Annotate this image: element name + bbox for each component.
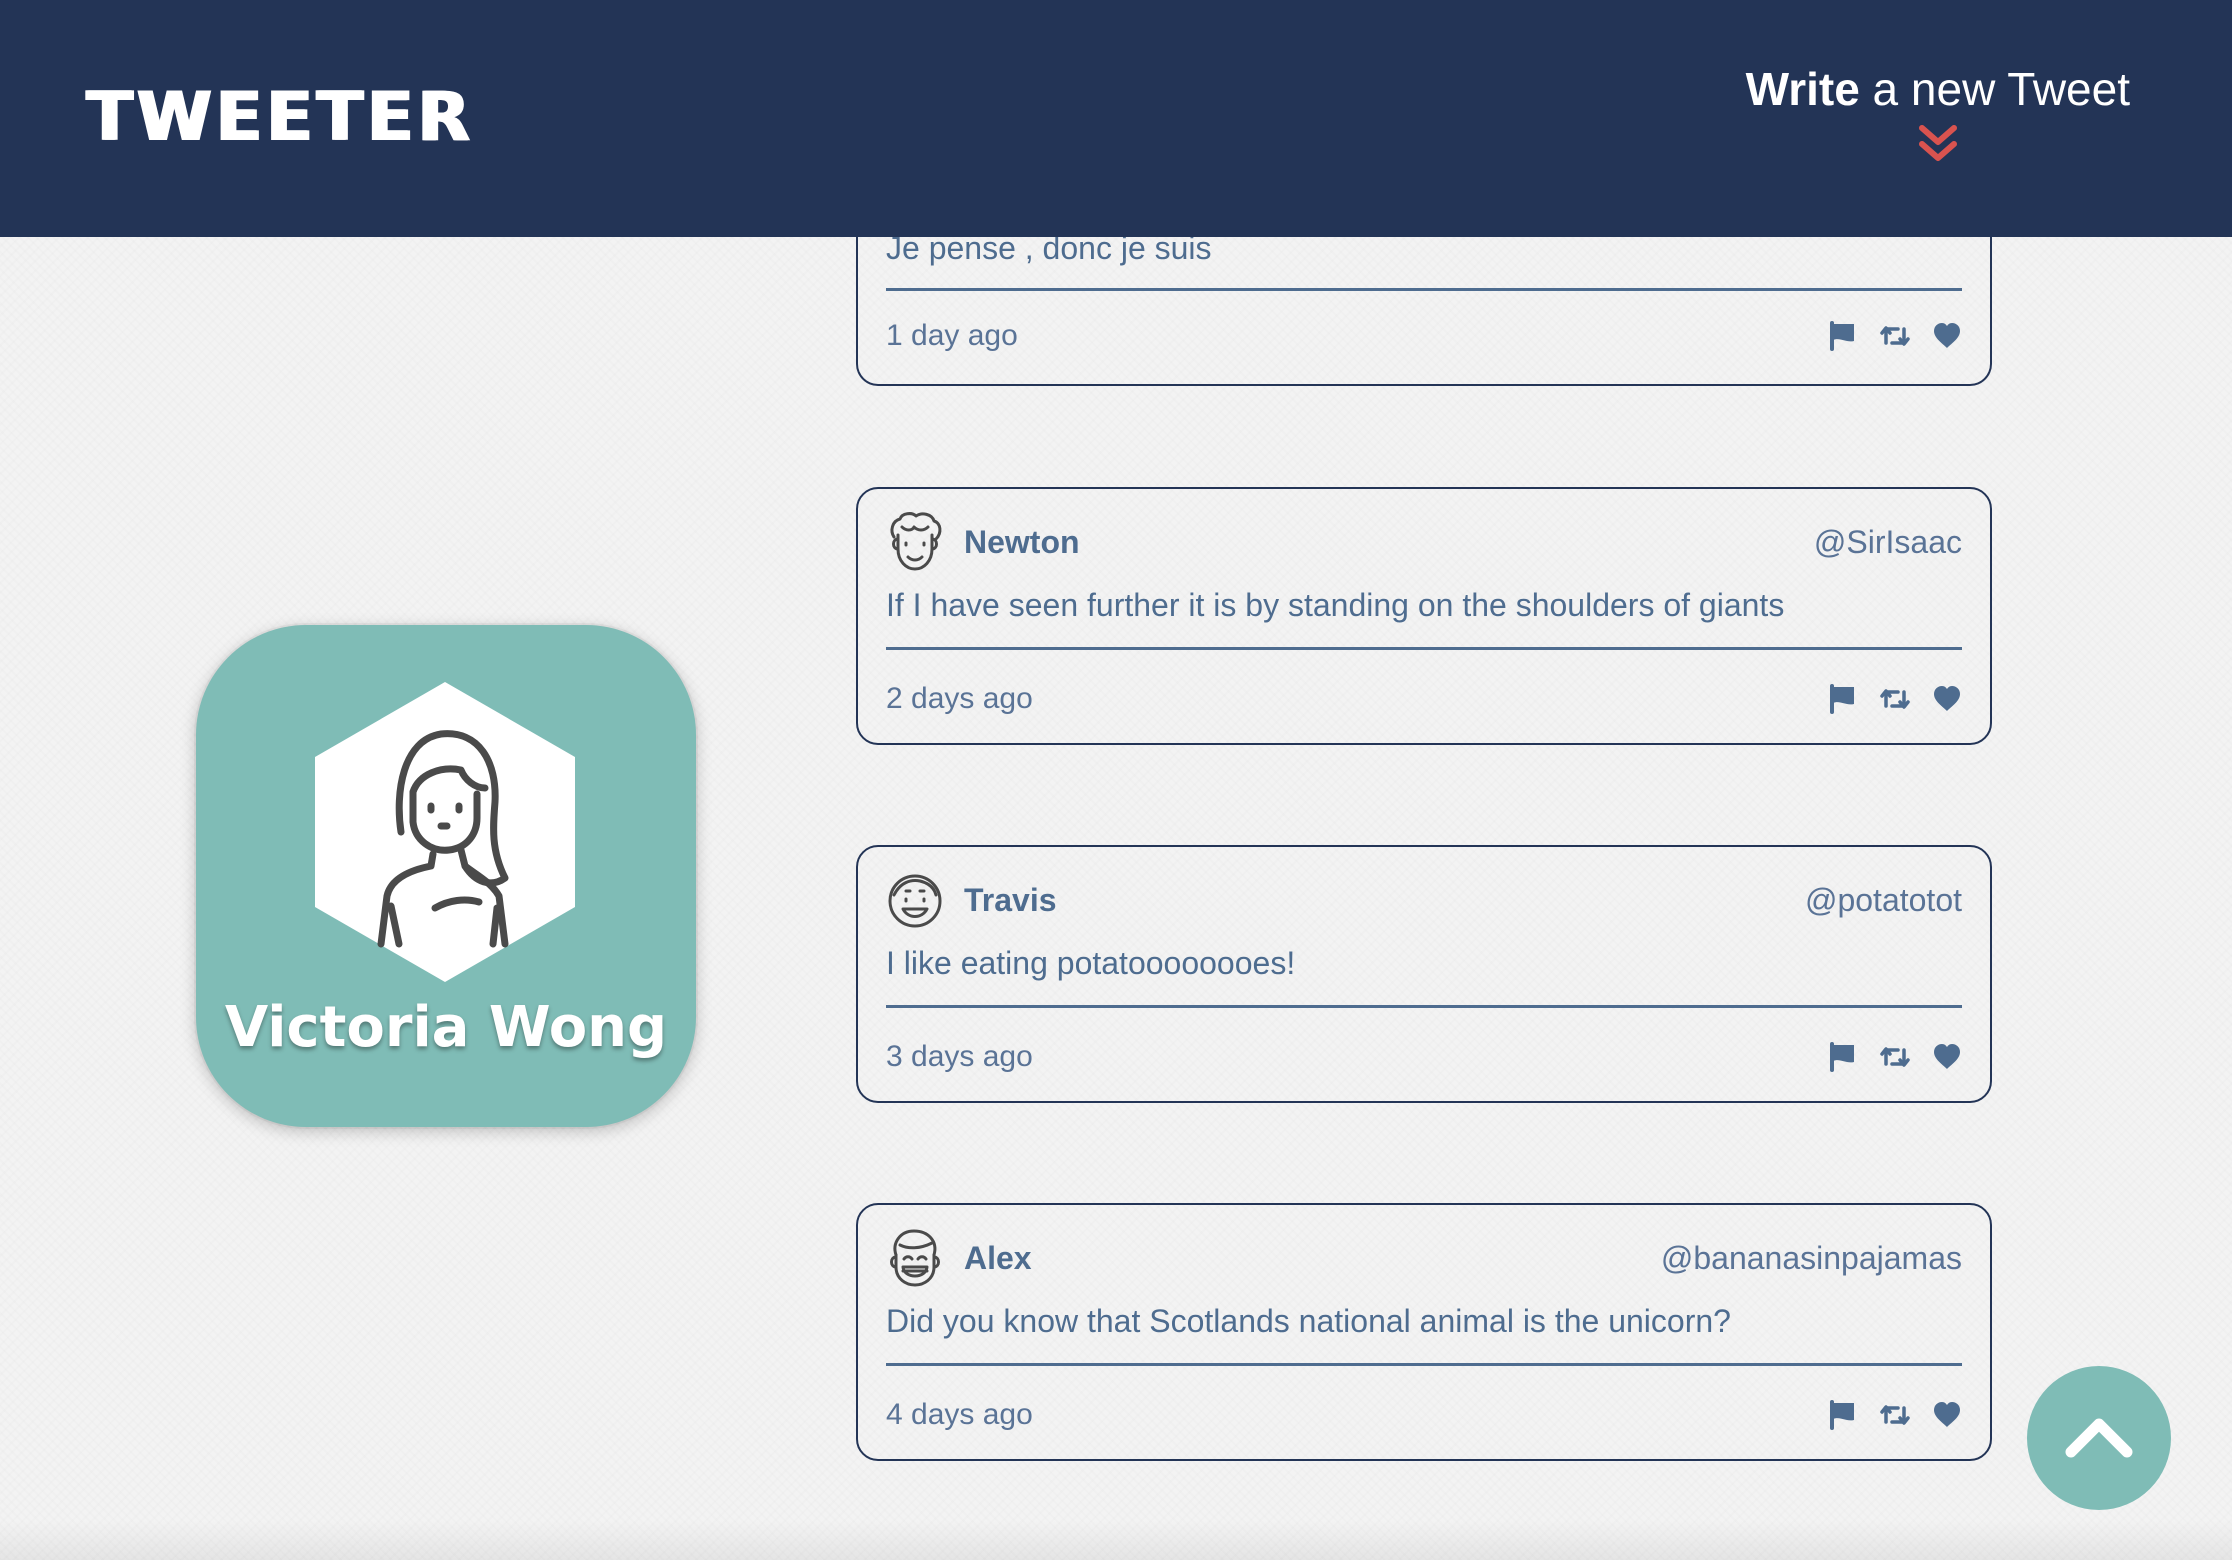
tweet-footer: 2 days ago xyxy=(886,674,1962,724)
heart-icon[interactable] xyxy=(1932,1042,1962,1072)
smiling-man-icon xyxy=(888,874,942,928)
write-tweet-toggle[interactable]: Write a new Tweet xyxy=(1746,62,2130,166)
write-tweet-label[interactable]: Write a new Tweet xyxy=(1746,62,2130,116)
flag-icon[interactable] xyxy=(1828,684,1858,714)
tweet-body: Did you know that Scotlands national ani… xyxy=(886,1303,1731,1339)
tweet-divider xyxy=(886,647,1962,650)
tweet-handle[interactable]: @potatotot xyxy=(1805,882,1962,919)
double-chevron-down-icon[interactable] xyxy=(1916,122,1960,166)
heart-icon[interactable] xyxy=(1932,321,1962,351)
tweet-timestamp: 2 days ago xyxy=(886,682,1033,715)
chevron-up-icon xyxy=(2065,1418,2133,1458)
curly-hair-man-icon xyxy=(890,512,942,571)
tweet-author[interactable]: Alex xyxy=(964,1240,1032,1277)
tweet-footer: 3 days ago xyxy=(886,1032,1962,1082)
tweet-divider xyxy=(886,1363,1962,1366)
tweet-body: If I have seen further it is by standing… xyxy=(886,587,1785,623)
heart-icon[interactable] xyxy=(1932,684,1962,714)
tweet-author[interactable]: Travis xyxy=(964,882,1057,919)
tweet-actions xyxy=(1828,684,1962,714)
page-bottom-shadow xyxy=(0,1520,2232,1560)
laughing-man-icon xyxy=(890,1229,940,1287)
tweet-divider xyxy=(886,288,1962,291)
flag-icon[interactable] xyxy=(1828,321,1858,351)
tweet-actions xyxy=(1828,321,1962,351)
flag-icon[interactable] xyxy=(1828,1042,1858,1072)
write-tweet-strong: Write xyxy=(1745,63,1860,115)
tweet-timestamp: 4 days ago xyxy=(886,1398,1033,1431)
tweet-footer: 4 days ago xyxy=(886,1390,1962,1440)
retweet-icon[interactable] xyxy=(1880,684,1910,714)
top-nav: TWEETER Write a new Tweet xyxy=(0,0,2232,237)
profile-card: Victoria Wong xyxy=(196,625,696,1127)
site-logo[interactable]: TWEETER xyxy=(86,78,474,157)
tweet-author[interactable]: Newton xyxy=(964,524,1080,561)
tweet-card: Travis @potatotot I like eating potatooo… xyxy=(856,845,1992,1103)
tweet-timestamp: 1 day ago xyxy=(886,319,1018,352)
tweet-handle[interactable]: @bananasinpajamas xyxy=(1661,1240,1962,1277)
tweet-actions xyxy=(1828,1400,1962,1430)
scroll-to-top-button[interactable] xyxy=(2027,1366,2171,1510)
tweet-divider xyxy=(886,1005,1962,1008)
retweet-icon[interactable] xyxy=(1880,1042,1910,1072)
profile-name: Victoria Wong xyxy=(224,995,668,1060)
retweet-icon[interactable] xyxy=(1880,1400,1910,1430)
tweet-card: Alex @bananasinpajamas Did you know that… xyxy=(856,1203,1992,1461)
tweet-footer: 1 day ago xyxy=(886,311,1962,361)
tweet-actions xyxy=(1828,1042,1962,1072)
tweet-handle[interactable]: @SirIsaac xyxy=(1814,524,1962,561)
write-tweet-rest: a new Tweet xyxy=(1859,63,2130,115)
retweet-icon[interactable] xyxy=(1880,321,1910,351)
tweet-header: Alex @bananasinpajamas xyxy=(886,1227,1962,1289)
tweet-card: Newton @SirIsaac If I have seen further … xyxy=(856,487,1992,745)
flag-icon[interactable] xyxy=(1828,1400,1858,1430)
tweet-header: Newton @SirIsaac xyxy=(886,511,1962,573)
heart-icon[interactable] xyxy=(1932,1400,1962,1430)
tweet-header: Travis @potatotot xyxy=(886,869,1962,931)
woman-avatar-icon xyxy=(315,682,575,982)
tweet-body: I like eating potatoooooooes! xyxy=(886,945,1296,981)
tweet-timestamp: 3 days ago xyxy=(886,1040,1033,1073)
